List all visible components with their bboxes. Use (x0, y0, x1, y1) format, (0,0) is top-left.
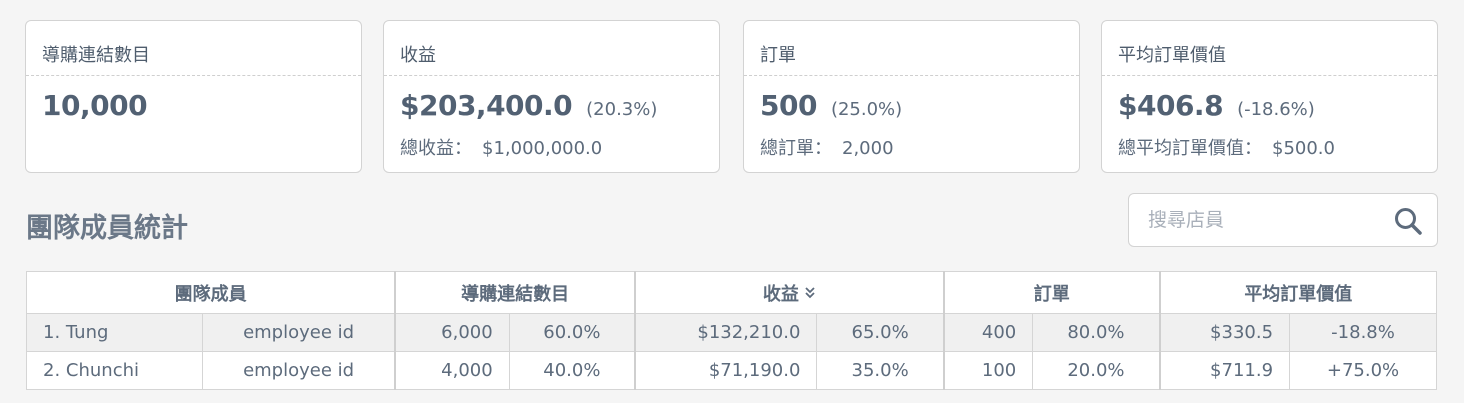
orders-percent: 80.0% (1032, 313, 1161, 352)
links-percent: 60.0% (508, 313, 636, 352)
aov-value: $330.5 (1158, 313, 1291, 352)
member-name: 2. Chunchi (26, 351, 203, 390)
card-sub-value: $500.0 (1272, 138, 1335, 159)
kpi-card-aov: 平均訂單價值 $406.8 (-18.6%) 總平均訂單價值： $500.0 (1101, 20, 1438, 173)
search-icon[interactable] (1393, 206, 1423, 240)
card-change-percent: (-18.6%) (1237, 99, 1315, 120)
links-percent: 40.0% (508, 351, 636, 390)
kpi-card-links: 導購連結數目 10,000 (25, 20, 362, 173)
member-name: 1. Tung (26, 313, 203, 352)
card-title: 平均訂單價值 (1102, 21, 1437, 76)
table-row[interactable]: 1. Tung employee id 6,000 60.0% $132,210… (26, 313, 1437, 352)
aov-percent: -18.8% (1289, 313, 1437, 352)
card-sub-label: 總平均訂單價值： (1118, 138, 1262, 159)
employee-id: employee id (201, 313, 396, 352)
card-sub-value: $1,000,000.0 (482, 138, 603, 159)
section-title: 團隊成員統計 (26, 213, 188, 244)
column-header-revenue[interactable]: 收益 (634, 271, 945, 314)
revenue-percent: 35.0% (816, 351, 945, 390)
column-header-links[interactable]: 導購連結數目 (394, 271, 636, 314)
revenue-percent: 65.0% (816, 313, 945, 352)
aov-value: $711.9 (1158, 351, 1291, 390)
column-header-aov[interactable]: 平均訂單價值 (1158, 271, 1437, 314)
revenue-value: $132,210.0 (634, 313, 818, 352)
card-sub-label: 總訂單： (760, 138, 832, 159)
card-title: 導購連結數目 (26, 21, 361, 76)
card-value: $203,400.0 (400, 89, 573, 122)
card-title: 收益 (384, 21, 719, 76)
card-value: 500 (760, 89, 817, 122)
kpi-card-orders: 訂單 500 (25.0%) 總訂單： 2,000 (743, 20, 1080, 173)
card-sub-label: 總收益： (400, 138, 472, 159)
card-sub-value: 2,000 (842, 138, 894, 159)
orders-count: 100 (942, 351, 1034, 390)
employee-id: employee id (201, 351, 396, 390)
search-box[interactable] (1128, 193, 1438, 247)
double-chevron-down-icon[interactable] (804, 284, 816, 305)
table-row[interactable]: 2. Chunchi employee id 4,000 40.0% $71,1… (26, 351, 1437, 390)
links-count: 4,000 (394, 351, 510, 390)
aov-percent: +75.0% (1289, 351, 1437, 390)
column-header-revenue-label: 收益 (762, 283, 799, 305)
card-change-percent: (20.3%) (586, 99, 658, 120)
column-header-member: 團隊成員 (26, 271, 396, 314)
links-count: 6,000 (394, 313, 510, 352)
revenue-value: $71,190.0 (634, 351, 818, 390)
kpi-card-revenue: 收益 $203,400.0 (20.3%) 總收益： $1,000,000.0 (383, 20, 720, 173)
column-header-orders[interactable]: 訂單 (942, 271, 1161, 314)
search-input[interactable] (1129, 209, 1379, 231)
card-value: 10,000 (42, 89, 148, 122)
card-change-percent: (25.0%) (830, 99, 903, 120)
team-stats-table: 團隊成員 導購連結數目 收益 訂單 平均訂單價值 1. Tung employe… (26, 271, 1437, 390)
card-value: $406.8 (1118, 89, 1224, 122)
orders-percent: 20.0% (1032, 351, 1161, 390)
card-title: 訂單 (744, 21, 1079, 76)
orders-count: 400 (942, 313, 1034, 352)
